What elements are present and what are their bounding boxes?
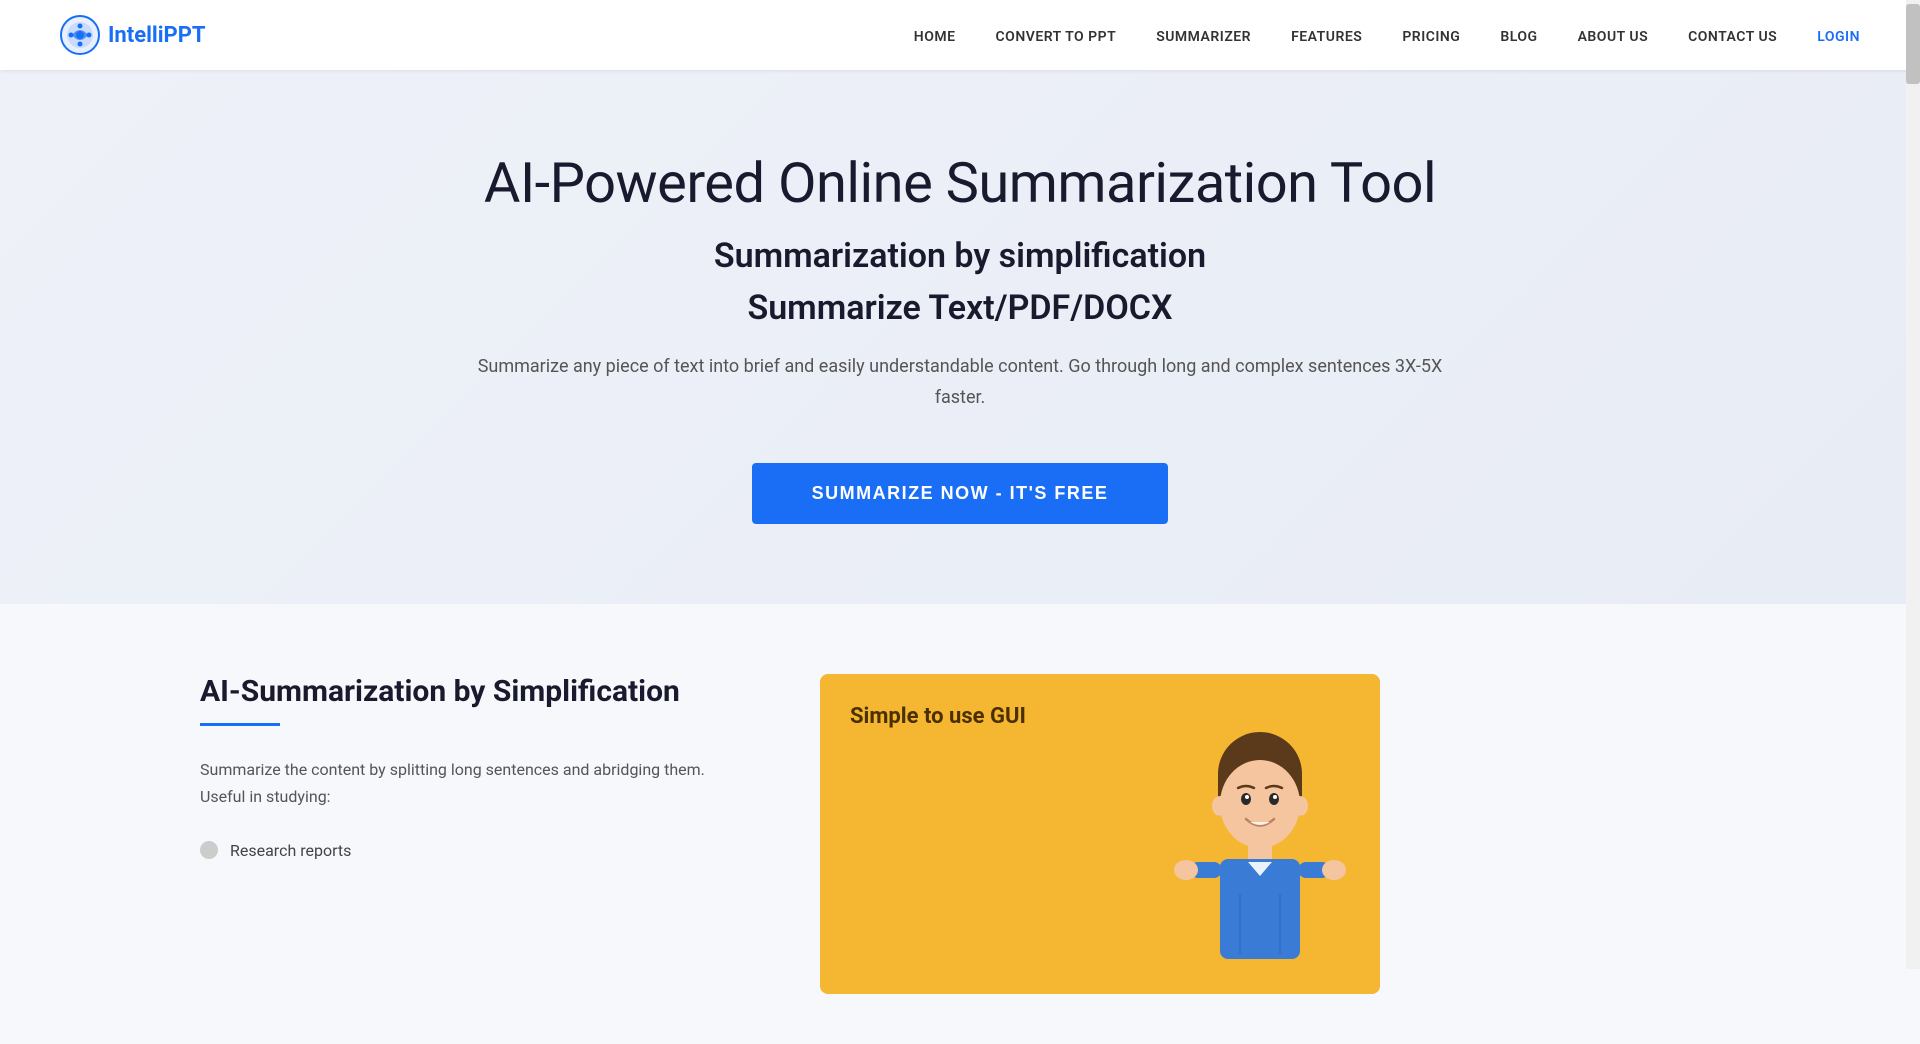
nav-link-convert[interactable]: CONVERT TO PPT <box>996 29 1117 45</box>
brand-logo-link[interactable]: IntelliPPT <box>60 15 206 55</box>
scrollbar[interactable] <box>1906 0 1920 969</box>
features-text-block: AI-Summarization by Simplification Summa… <box>200 674 720 859</box>
nav-item-blog[interactable]: BLOG <box>1500 26 1537 45</box>
hero-section: AI-Powered Online Summarization Tool Sum… <box>0 70 1920 604</box>
nav-menu: HOME CONVERT TO PPT SUMMARIZER FEATURES … <box>914 26 1860 45</box>
nav-link-about[interactable]: ABOUT US <box>1578 29 1649 45</box>
nav-link-contact[interactable]: CONTACT US <box>1688 29 1777 45</box>
bullet-icon <box>200 841 218 859</box>
features-title-underline <box>200 723 280 726</box>
features-description: Summarize the content by splitting long … <box>200 756 720 810</box>
nav-link-pricing[interactable]: PRICING <box>1402 29 1460 45</box>
features-list: Research reports <box>200 841 720 860</box>
nav-item-features[interactable]: FEATURES <box>1291 26 1362 45</box>
scrollbar-thumb[interactable] <box>1906 4 1920 84</box>
features-illustration: Simple to use GUI <box>820 674 1380 994</box>
hero-description: Summarize any piece of text into brief a… <box>460 352 1460 413</box>
list-item: Research reports <box>200 841 720 860</box>
illustration-title: Simple to use GUI <box>850 704 1026 729</box>
nav-item-convert[interactable]: CONVERT TO PPT <box>996 26 1117 45</box>
hero-subtitle1: Summarization by simplification <box>714 236 1206 276</box>
nav-link-features[interactable]: FEATURES <box>1291 29 1362 45</box>
nav-link-home[interactable]: HOME <box>914 29 956 45</box>
nav-item-contact[interactable]: CONTACT US <box>1688 26 1777 45</box>
cta-button[interactable]: SUMMARIZE NOW - IT'S FREE <box>752 463 1169 524</box>
nav-link-login[interactable]: LOGIN <box>1817 29 1860 45</box>
hero-subtitle2: Summarize Text/PDF/DOCX <box>747 288 1172 328</box>
nav-link-blog[interactable]: BLOG <box>1500 29 1537 45</box>
hero-title: AI-Powered Online Summarization Tool <box>484 150 1436 216</box>
nav-item-home[interactable]: HOME <box>914 26 956 45</box>
features-title: AI-Summarization by Simplification <box>200 674 720 709</box>
features-section: AI-Summarization by Simplification Summa… <box>0 604 1920 1044</box>
nav-link-summarizer[interactable]: SUMMARIZER <box>1156 29 1251 45</box>
nav-item-login[interactable]: LOGIN <box>1817 26 1860 45</box>
nav-item-summarizer[interactable]: SUMMARIZER <box>1156 26 1251 45</box>
navbar: IntelliPPT HOME CONVERT TO PPT SUMMARIZE… <box>0 0 1920 70</box>
nav-item-pricing[interactable]: PRICING <box>1402 26 1460 45</box>
list-item-label: Research reports <box>230 841 351 860</box>
character-illustration <box>1160 714 1360 994</box>
brand-name: IntelliPPT <box>108 23 206 48</box>
nav-item-about[interactable]: ABOUT US <box>1578 26 1649 45</box>
brand-logo-icon <box>60 15 100 55</box>
